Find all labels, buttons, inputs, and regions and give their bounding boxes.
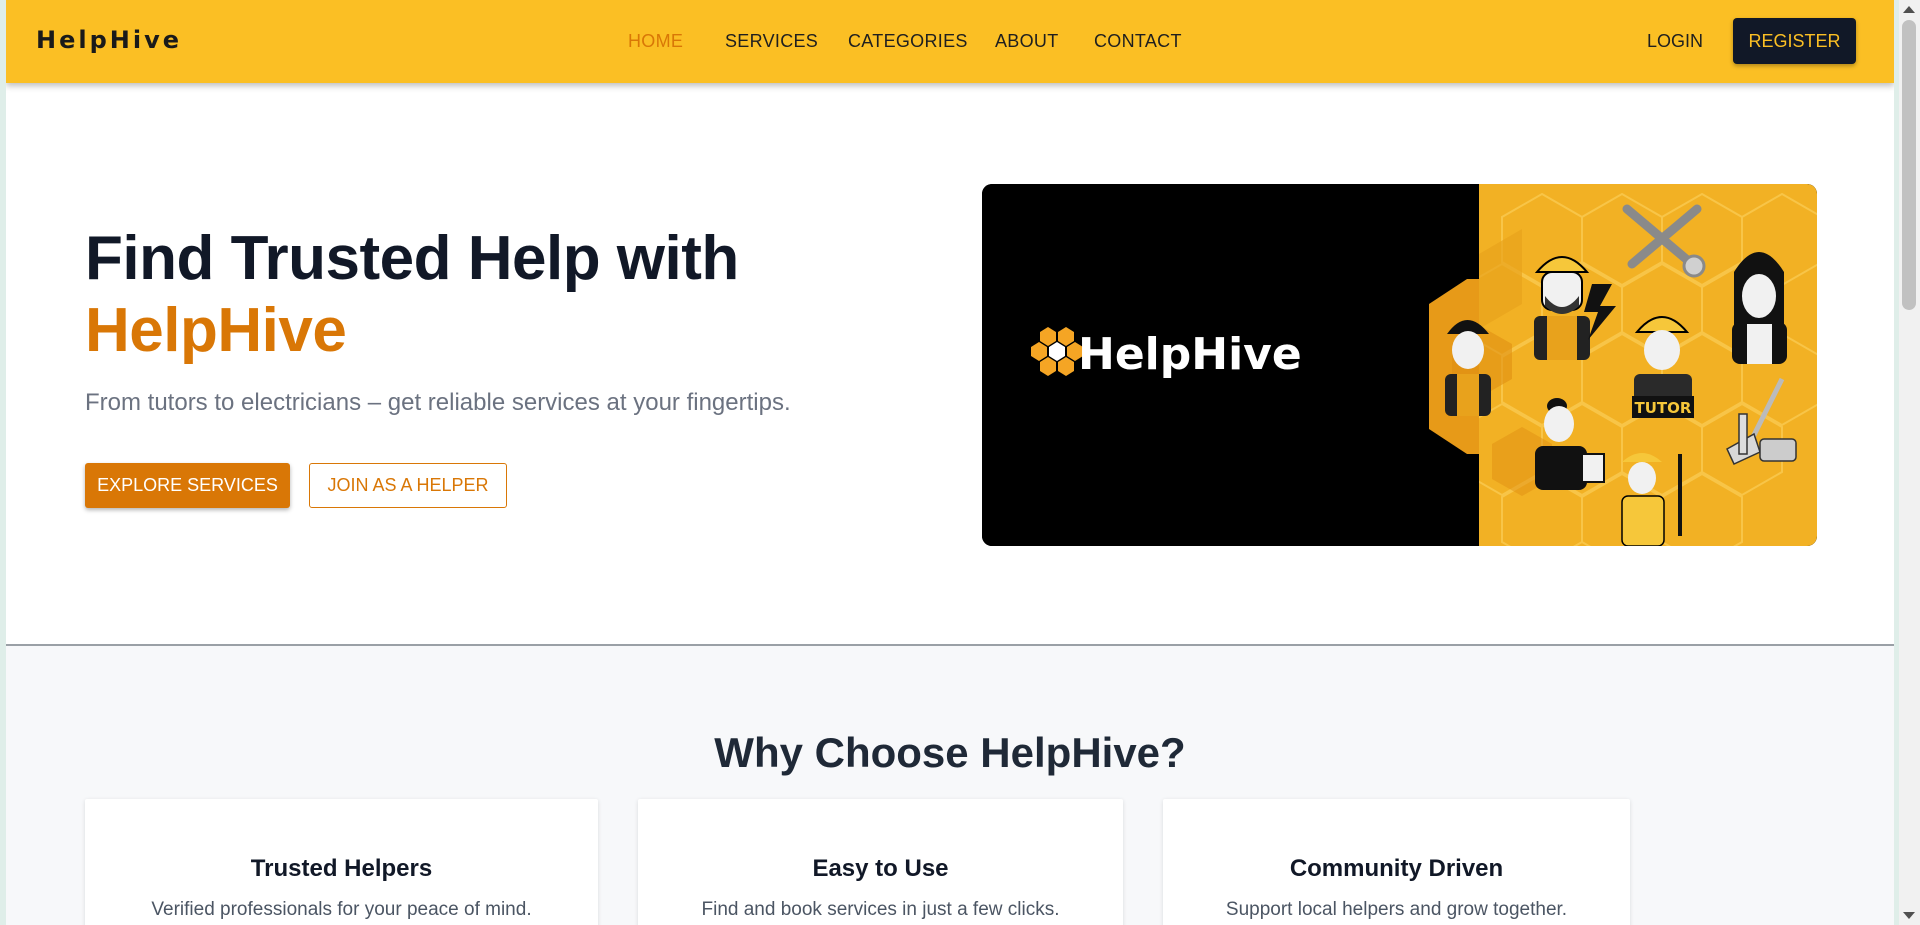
hero-illustration: HelpHive TUTOR: [982, 184, 1817, 546]
scroll-up-icon[interactable]: [1903, 6, 1915, 13]
brand-logo[interactable]: HelpHive: [36, 26, 182, 54]
feature-card: Easy to Use Find and book services in ju…: [638, 799, 1123, 925]
nav-about[interactable]: ABOUT: [995, 31, 1059, 52]
nav-home[interactable]: HOME: [628, 31, 683, 52]
support-agent-icon: [1732, 252, 1787, 364]
hero-section: Find Trusted Help with HelpHive From tut…: [6, 83, 1894, 646]
feature-card-text: Find and book services in just a few cli…: [701, 899, 1060, 920]
feature-card-title: Trusted Helpers: [250, 855, 433, 882]
feature-card: Community Driven Support local helpers a…: [1163, 799, 1630, 925]
scroll-thumb[interactable]: [1902, 20, 1916, 310]
hero-title-brand: HelpHive: [85, 296, 347, 365]
login-link[interactable]: LOGIN: [1647, 31, 1703, 52]
feature-card-text: Support local helpers and grow together.: [1225, 899, 1568, 920]
feature-card-text: Verified professionals for your peace of…: [151, 899, 532, 920]
page: HelpHive HOME SERVICES CATEGORIES ABOUT …: [6, 0, 1894, 925]
top-navbar: HelpHive HOME SERVICES CATEGORIES ABOUT …: [6, 0, 1894, 83]
register-button[interactable]: REGISTER: [1733, 18, 1856, 64]
nav-services[interactable]: SERVICES: [725, 31, 818, 52]
nav-categories[interactable]: CATEGORIES: [848, 31, 968, 52]
explore-services-button[interactable]: EXPLORE SERVICES: [85, 463, 290, 508]
scroll-down-icon[interactable]: [1903, 912, 1915, 919]
feature-card-title: Easy to Use: [812, 855, 949, 882]
tutor-badge: TUTOR: [1635, 399, 1692, 417]
logo-text: HelpHive: [1078, 329, 1302, 380]
page-scrollbar[interactable]: [1899, 0, 1920, 925]
why-title: Why Choose HelpHive?: [714, 729, 1186, 776]
join-as-helper-button[interactable]: JOIN AS A HELPER: [309, 463, 507, 508]
hero-banner-image: HelpHive TUTOR: [982, 184, 1817, 546]
why-section: Why Choose HelpHive? Trusted Helpers Ver…: [6, 646, 1894, 925]
feature-card-title: Community Driven: [1289, 855, 1504, 882]
nav-contact[interactable]: CONTACT: [1094, 31, 1182, 52]
feature-card: Trusted Helpers Verified professionals f…: [85, 799, 598, 925]
hero-title: Find Trusted Help with HelpHive: [85, 223, 739, 367]
hero-subtitle: From tutors to electricians – get reliab…: [85, 389, 791, 416]
hero-title-line1: Find Trusted Help with: [85, 224, 739, 293]
